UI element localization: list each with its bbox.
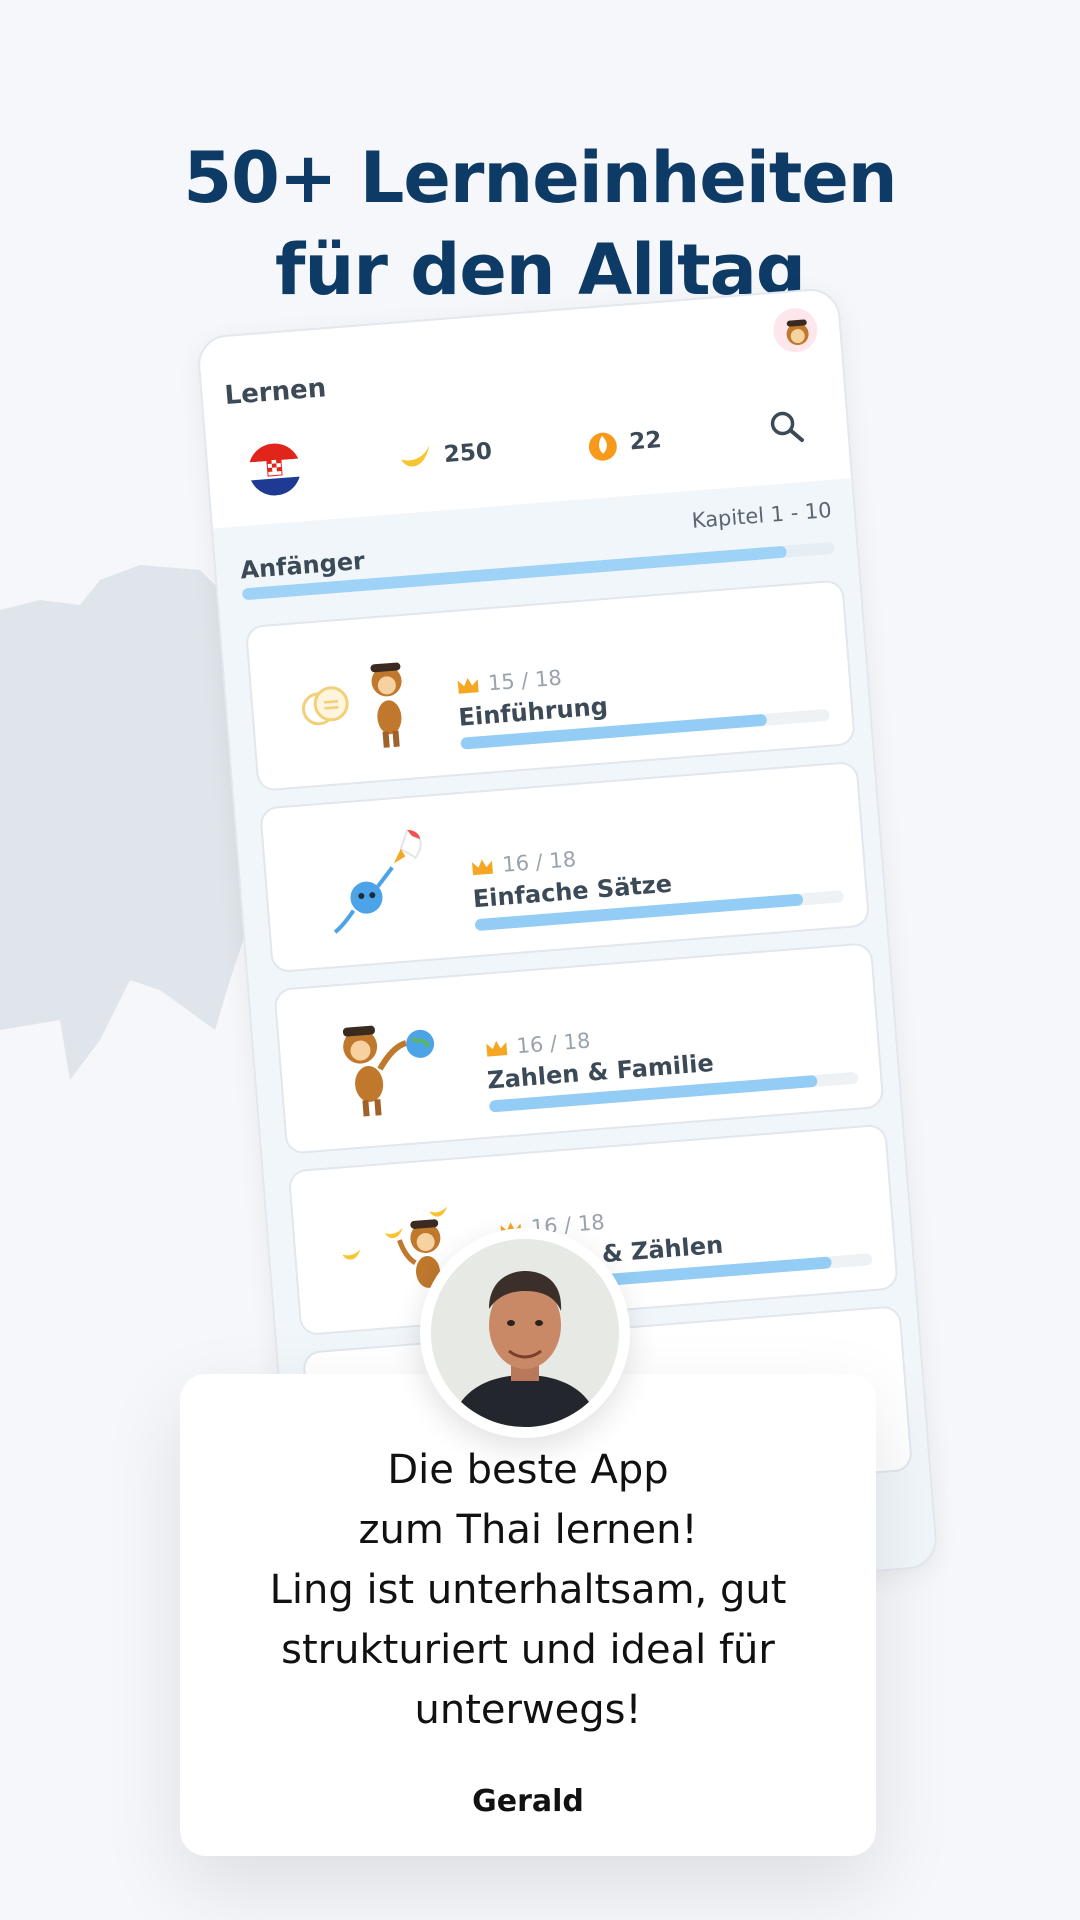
review-line: unterwegs! <box>414 1687 642 1733</box>
flame-icon <box>588 432 617 461</box>
lesson-count: 16 / 18 <box>501 847 577 877</box>
lesson-name: Einführung <box>457 692 609 732</box>
review-line: zum Thai lernen! <box>358 1507 698 1553</box>
streak-stat: 22 <box>586 423 663 463</box>
lesson-count: 16 / 18 <box>515 1028 592 1059</box>
chapter-range: Kapitel 1 - 10 <box>690 497 833 533</box>
banana-icon <box>401 445 430 467</box>
crown-icon <box>472 859 493 876</box>
headline-line-1: 50+ Lerneinheiten <box>183 137 897 219</box>
headline: 50+ Lerneinheiten für den Alltag <box>0 132 1080 316</box>
review-line: Die beste App <box>387 1447 669 1493</box>
crown-icon <box>486 1040 508 1057</box>
level-name: Anfänger <box>239 546 366 585</box>
banana-count: 250 <box>442 438 493 469</box>
lesson-card[interactable]: 16 / 18 Zahlen & Familie <box>273 942 885 1155</box>
lesson-meta: 15 / 18 <box>455 665 563 698</box>
lesson-card[interactable]: 15 / 18 Einführung <box>244 579 856 792</box>
lesson-meta: 16 / 18 <box>484 1029 591 1061</box>
headline-line-2: für den Alltag <box>275 229 806 311</box>
lesson-card[interactable]: 16 / 18 Einfache Sätze <box>259 760 871 974</box>
monkey-globe-icon <box>342 1025 435 1117</box>
lesson-illustration-icon <box>302 662 402 748</box>
crown-icon <box>457 678 479 694</box>
monkey-avatar-icon <box>786 319 809 346</box>
profile-avatar[interactable] <box>771 306 819 354</box>
lesson-meta: 16 / 18 <box>469 847 577 879</box>
croatia-flag-icon[interactable] <box>246 441 303 498</box>
rocket-plug-icon <box>333 829 422 934</box>
review-line: Ling ist unterhaltsam, gut <box>269 1567 787 1613</box>
reviewer-avatar <box>431 1239 619 1427</box>
app-title: Lernen <box>223 373 328 412</box>
streak-count: 22 <box>628 427 663 456</box>
reviewer-name: Gerald <box>472 1784 584 1819</box>
search-icon[interactable] <box>765 406 808 449</box>
review-line: strukturiert und ideal für <box>281 1627 775 1673</box>
lesson-count: 15 / 18 <box>487 665 563 696</box>
review-text: Die beste App zum Thai lernen! Ling ist … <box>180 1440 876 1740</box>
reviewer-photo <box>420 1228 630 1438</box>
review-card: Die beste App zum Thai lernen! Ling ist … <box>180 1374 876 1856</box>
banana-stat: 250 <box>397 436 493 473</box>
